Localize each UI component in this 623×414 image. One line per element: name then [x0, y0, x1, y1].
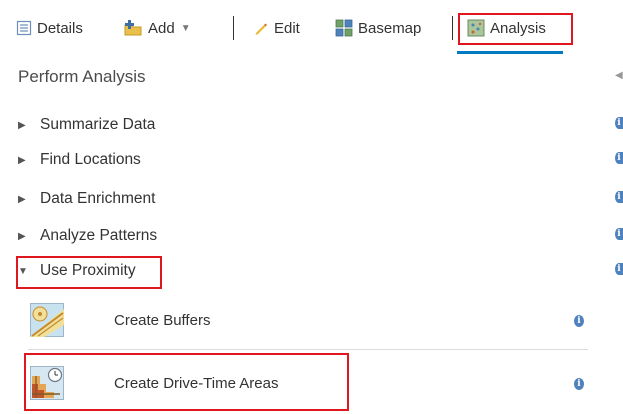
tool-label: Create Buffers: [114, 311, 211, 329]
details-label: Details: [37, 19, 83, 37]
create-buffers-icon: [30, 303, 64, 337]
add-button[interactable]: Add ▼: [123, 14, 191, 42]
category-data-enrichment[interactable]: ▶ Data Enrichment: [18, 187, 155, 211]
active-tab-indicator: [457, 51, 563, 54]
category-analyze-patterns[interactable]: ▶ Analyze Patterns: [18, 224, 157, 248]
info-icon[interactable]: i: [574, 315, 584, 327]
info-icon[interactable]: i: [615, 228, 623, 240]
basemap-grid-icon: [335, 19, 353, 37]
info-icon[interactable]: i: [615, 117, 623, 129]
add-label: Add: [148, 19, 175, 37]
category-summarize-data[interactable]: ▶ Summarize Data: [18, 113, 155, 137]
chevron-right-icon: ▶: [18, 193, 26, 205]
drive-time-highlight-box: [24, 353, 349, 411]
chevron-right-icon: ▶: [18, 119, 26, 131]
info-icon[interactable]: i: [615, 191, 623, 203]
toolbar-separator: [452, 16, 453, 40]
toolbar-separator: [233, 16, 234, 40]
category-label: Analyze Patterns: [40, 227, 158, 244]
divider: [28, 349, 588, 350]
use-proximity-highlight-box: [16, 256, 162, 289]
chevron-right-icon: ▶: [18, 230, 26, 242]
category-label: Find Locations: [40, 151, 141, 168]
collapse-panel-icon[interactable]: ◀: [615, 70, 623, 81]
details-icon: [16, 20, 32, 36]
basemap-label: Basemap: [358, 19, 422, 37]
add-icon: [123, 19, 143, 37]
info-icon[interactable]: i: [615, 152, 623, 164]
details-button[interactable]: Details: [16, 14, 83, 42]
chevron-right-icon: ▶: [18, 154, 26, 166]
edit-label: Edit: [274, 19, 300, 37]
category-find-locations[interactable]: ▶ Find Locations: [18, 148, 141, 172]
info-icon[interactable]: i: [615, 263, 623, 275]
basemap-button[interactable]: Basemap: [335, 14, 421, 42]
panel-title: Perform Analysis: [18, 67, 146, 86]
analysis-highlight-box: [458, 13, 573, 45]
toolbar: Details Add ▼ Edit Basemap Analysis: [0, 0, 623, 56]
category-label: Summarize Data: [40, 116, 156, 133]
pencil-icon: [253, 20, 269, 36]
category-label: Data Enrichment: [40, 190, 156, 207]
tool-create-buffers[interactable]: Create Buffers: [30, 300, 210, 340]
edit-button[interactable]: Edit: [253, 14, 300, 42]
info-icon[interactable]: i: [574, 378, 584, 390]
chevron-down-icon: ▼: [180, 22, 191, 34]
